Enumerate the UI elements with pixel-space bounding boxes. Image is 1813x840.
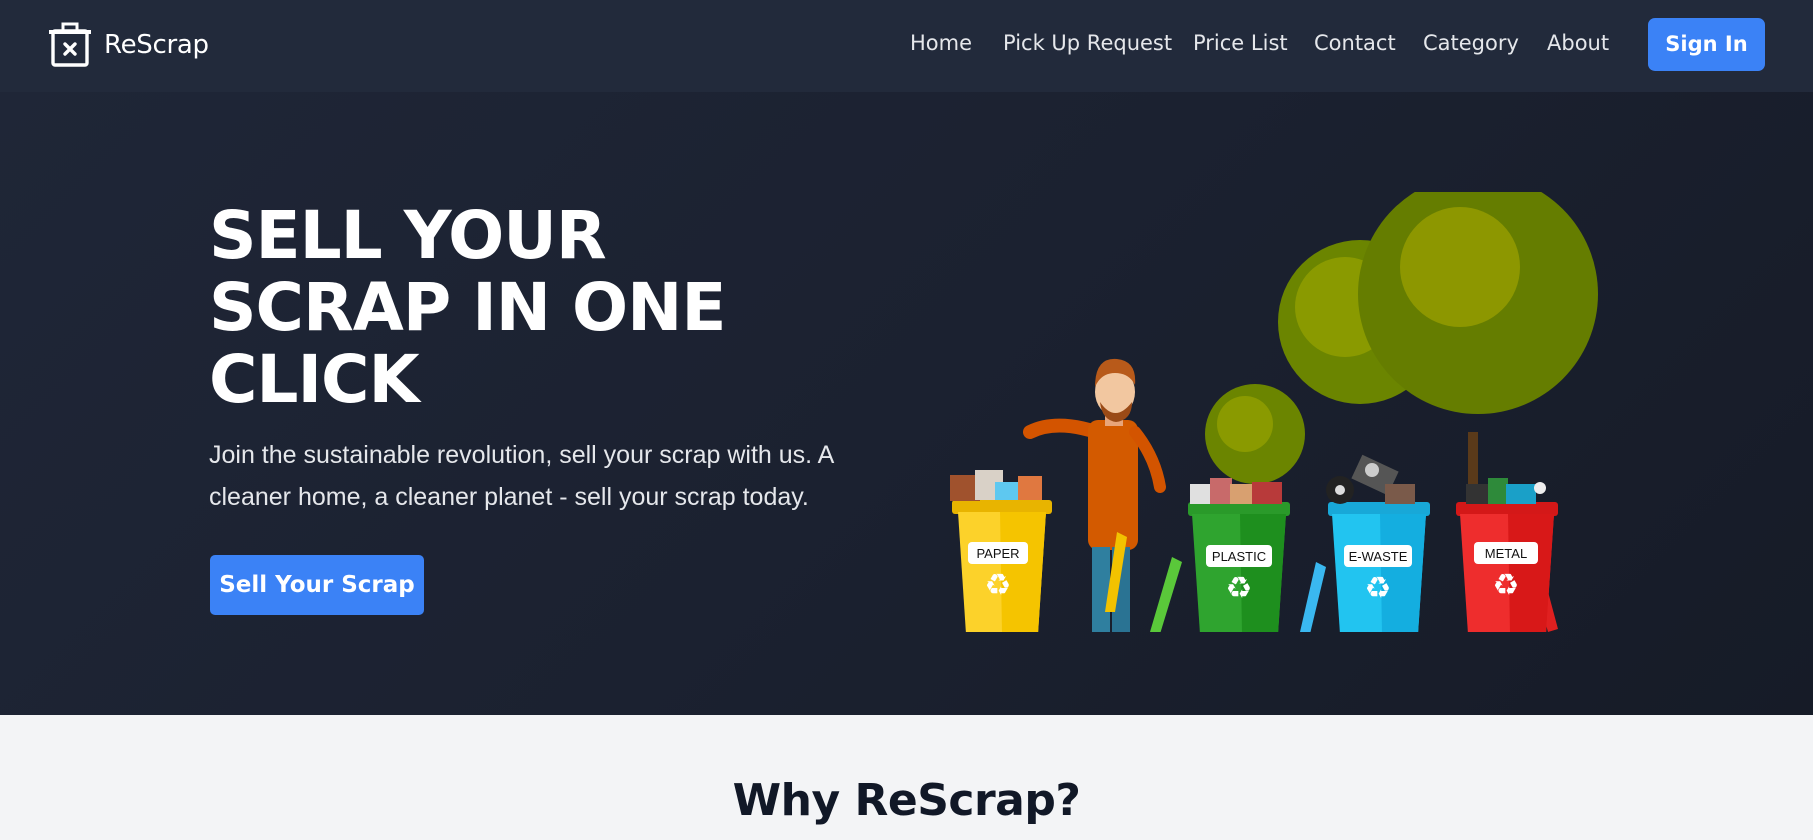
recycle-icon: ♻ <box>1493 568 1520 603</box>
hero-subtitle-line: Join the sustainable revolution, sell yo… <box>209 441 835 469</box>
nav-link-category[interactable]: Category <box>1423 31 1519 55</box>
nav-link-price-list[interactable]: Price List <box>1193 31 1288 55</box>
hero-subtitle-line: cleaner home, a cleaner planet - sell yo… <box>209 483 809 511</box>
hero-title-line: SCRAP IN ONE <box>209 269 726 346</box>
bin-label-plastic: PLASTIC <box>1212 549 1266 564</box>
hero-title-line: CLICK <box>209 341 420 418</box>
brand-logo-link[interactable]: ReScrap <box>48 22 209 68</box>
recycle-icon: ♻ <box>985 568 1012 603</box>
man-illustration <box>1023 358 1166 632</box>
bin-metal: METAL ♻ <box>1456 478 1558 632</box>
tree-illustration <box>1205 192 1598 512</box>
hero-title-line: SELL YOUR <box>209 197 607 274</box>
sign-in-button[interactable]: Sign In <box>1648 18 1765 71</box>
hero-subtitle: Join the sustainable revolution, sell yo… <box>209 434 909 518</box>
bin-label-ewaste: E-WASTE <box>1349 549 1408 564</box>
trash-x-icon <box>49 22 91 67</box>
recycling-bins-illustration: PAPER ♻ PLASTIC ♻ E-WASTE ♻ METAL ♻ <box>950 192 1598 632</box>
recycle-icon: ♻ <box>1226 571 1253 606</box>
why-rescrap-heading: Why ReScrap? <box>732 775 1081 826</box>
hero-title: SELL YOUR SCRAP IN ONE CLICK <box>209 200 769 416</box>
nav-link-contact[interactable]: Contact <box>1314 31 1396 55</box>
bin-plastic: PLASTIC ♻ <box>1150 478 1290 632</box>
nav-link-pick-up-request[interactable]: Pick Up Request <box>1003 31 1172 55</box>
nav-link-about[interactable]: About <box>1547 31 1609 55</box>
bin-label-metal: METAL <box>1485 546 1527 561</box>
sell-your-scrap-button[interactable]: Sell Your Scrap <box>210 555 424 615</box>
nav-link-home[interactable]: Home <box>910 31 972 55</box>
bin-ewaste: E-WASTE ♻ <box>1300 454 1430 632</box>
brand-name: ReScrap <box>104 30 209 60</box>
recycle-icon: ♻ <box>1365 571 1392 606</box>
hero-section: SELL YOUR SCRAP IN ONE CLICK Join the su… <box>0 92 1813 715</box>
navbar: ReScrap Home Pick Up Request Price List … <box>0 0 1813 92</box>
bin-label-paper: PAPER <box>976 546 1019 561</box>
